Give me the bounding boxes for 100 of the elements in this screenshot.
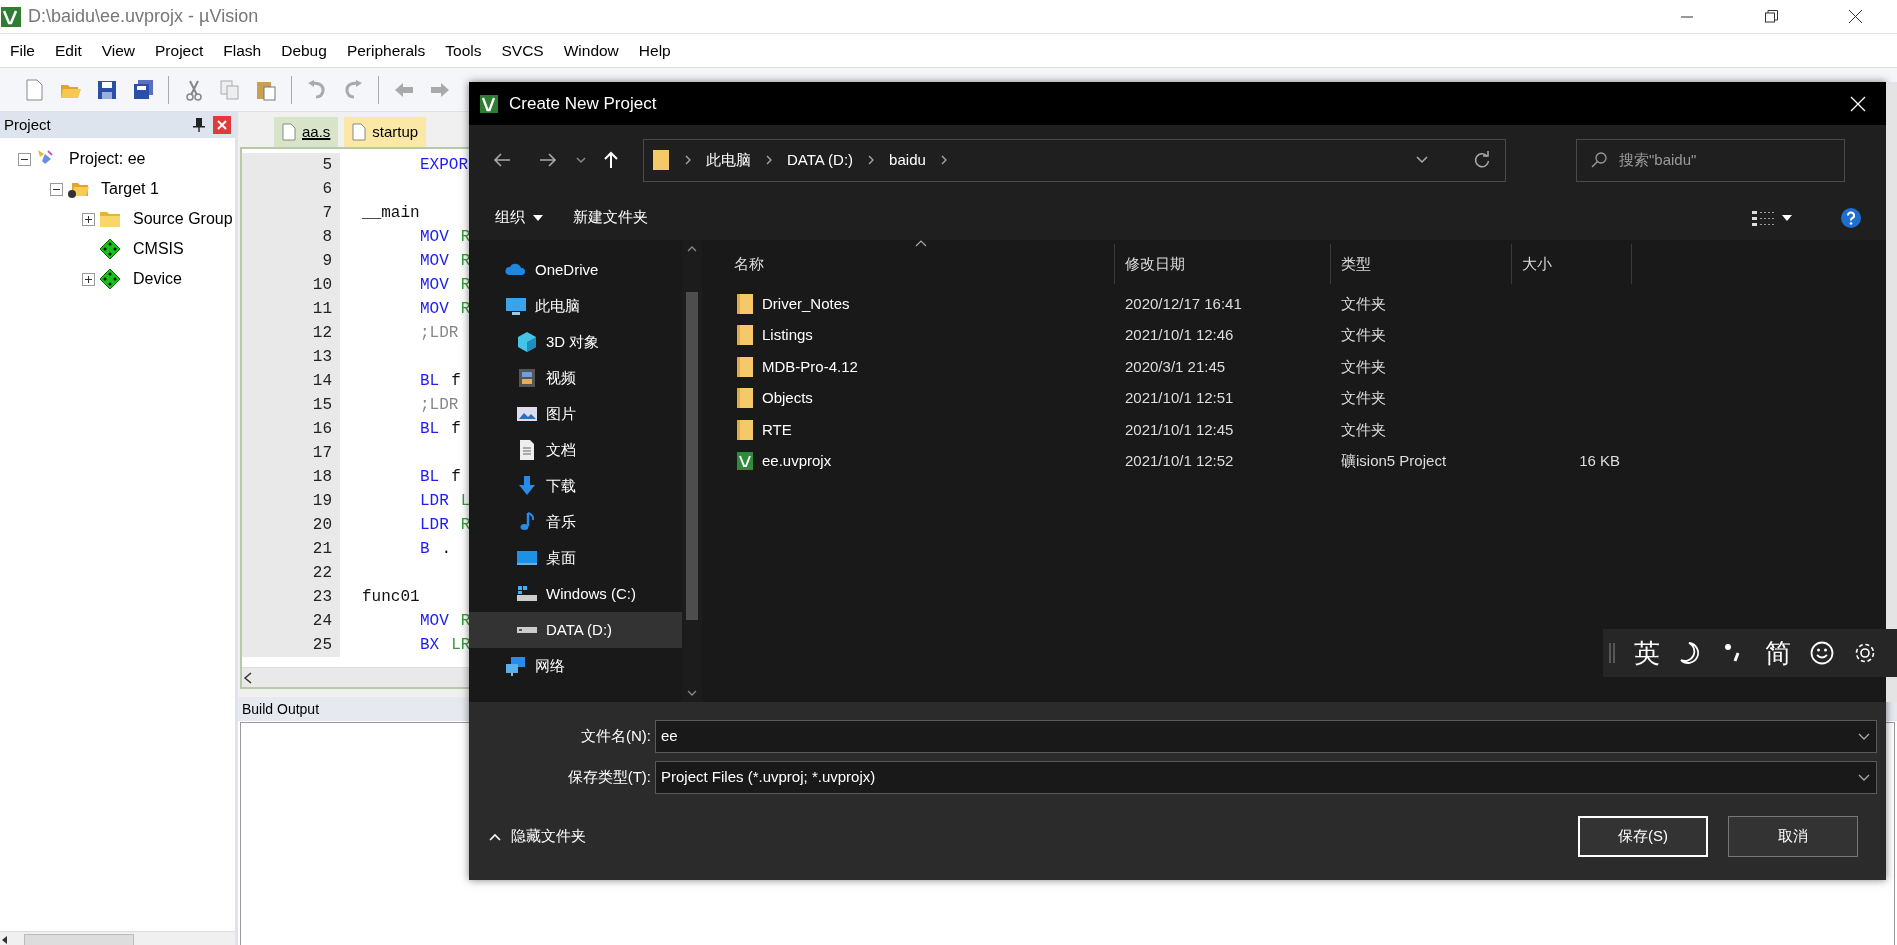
file-date: 2020/12/17 16:41 (1125, 293, 1242, 314)
breadcrumb-item[interactable]: DATA (D:) (787, 148, 854, 172)
file-name[interactable]: Listings (762, 324, 813, 347)
smiley-icon[interactable] (1810, 641, 1834, 665)
line-number: 10 (242, 273, 340, 297)
cancel-button[interactable]: 取消 (1728, 816, 1858, 857)
nav-item[interactable]: 文档 (469, 432, 682, 468)
nav-item[interactable]: 网络 (469, 648, 682, 684)
toolbar-button[interactable]: 组织 (487, 202, 551, 233)
nav-item[interactable]: OneDrive (469, 252, 682, 288)
tree-item[interactable]: Device (133, 267, 182, 291)
menu-item[interactable]: Flash (213, 38, 272, 63)
nav-item[interactable]: 桌面 (469, 540, 682, 576)
help-icon[interactable] (1840, 206, 1862, 229)
scrollbar-thumb[interactable] (24, 933, 134, 945)
menu-item[interactable]: Help (628, 38, 681, 63)
code-token: R (460, 299, 471, 320)
close-panel-button[interactable] (213, 116, 231, 134)
breadcrumb-item[interactable]: 此电脑 (706, 148, 751, 172)
file-tab[interactable]: aa.s (274, 117, 339, 147)
scroll-down-icon[interactable] (687, 690, 697, 696)
cut-icon[interactable] (183, 78, 205, 101)
collapse-toggle[interactable] (50, 182, 63, 196)
menu-item[interactable]: File (0, 38, 45, 63)
column-header[interactable]: 名称 (734, 252, 764, 276)
folder-icon (736, 355, 754, 378)
line-number: 22 (242, 561, 340, 585)
column-header[interactable]: 修改日期 (1125, 252, 1185, 276)
pin-icon[interactable] (193, 118, 205, 132)
scrollbar-thumb[interactable] (686, 292, 698, 620)
settings-icon[interactable] (1853, 641, 1877, 665)
nav-item[interactable]: 音乐 (469, 504, 682, 540)
column-header[interactable]: 大小 (1522, 252, 1552, 276)
line-number: 5 (242, 153, 340, 177)
address-bar[interactable]: 此电脑 DATA (D:) baidu (643, 138, 1506, 182)
save-button[interactable]: 保存(S) (1578, 816, 1708, 857)
nav-item[interactable]: Windows (C:) (469, 576, 682, 612)
computer-icon (505, 295, 527, 317)
file-name[interactable]: MDB-Pro-4.12 (762, 355, 858, 378)
back-arrow-icon (493, 151, 511, 169)
file-name[interactable]: Objects (762, 387, 813, 410)
plus-icon (84, 274, 93, 284)
folder-icon (736, 292, 754, 315)
tree-item[interactable]: Source Group (133, 207, 233, 231)
code-token: ;LDR (420, 323, 459, 344)
line-number: 23 (242, 585, 340, 609)
expand-toggle[interactable] (82, 212, 95, 226)
menu-item[interactable]: View (91, 38, 146, 63)
scrollbar[interactable] (1886, 82, 1897, 702)
nav-item[interactable]: 图片 (469, 396, 682, 432)
nav-item[interactable]: 3D 对象 (469, 324, 682, 360)
tree-item[interactable]: Project: ee (69, 147, 146, 171)
menu-item[interactable]: SVCS (491, 38, 554, 63)
project-file-icon (736, 451, 754, 472)
close-icon (1850, 95, 1866, 112)
tree-item[interactable]: Target 1 (101, 177, 159, 201)
column-header[interactable]: 类型 (1341, 252, 1371, 276)
file-tab[interactable]: startup (344, 117, 427, 147)
caret-down-icon (1782, 214, 1792, 221)
nav-item[interactable]: 下载 (469, 468, 682, 504)
hide-folders-toggle[interactable]: 隐藏文件夹 (483, 824, 592, 849)
save-icon[interactable] (96, 78, 118, 101)
refresh-icon[interactable] (1473, 151, 1491, 169)
nav-item[interactable]: DATA (D:) (469, 612, 682, 648)
folder-icon (736, 418, 754, 441)
save-all-icon[interactable] (132, 78, 154, 101)
chevron-down-icon[interactable] (1415, 155, 1429, 165)
ime-mode-button[interactable]: 英 (1634, 633, 1660, 673)
film-icon (516, 367, 538, 389)
drive-icon (516, 626, 538, 634)
chevron-down-icon (1858, 773, 1870, 782)
scroll-up-icon[interactable] (687, 246, 697, 252)
file-size: 16 KB (1579, 451, 1620, 471)
menu-item[interactable]: Window (553, 38, 629, 63)
collapse-toggle[interactable] (18, 152, 31, 166)
menu-item[interactable]: Project (145, 38, 214, 63)
folder-icon (736, 324, 754, 347)
nav-item[interactable]: 此电脑 (469, 288, 682, 324)
restore-icon (1764, 10, 1778, 23)
file-name[interactable]: RTE (762, 418, 792, 441)
app-icon (0, 5, 22, 28)
search-field[interactable]: 搜索"baidu" (1576, 138, 1845, 182)
nav-item[interactable]: 视频 (469, 360, 682, 396)
menu-item[interactable]: Peripherals (336, 38, 436, 63)
file-name[interactable]: Driver_Notes (762, 292, 850, 315)
menu-item[interactable]: Tools (435, 38, 492, 63)
code-token: f (451, 467, 461, 488)
line-number: 9 (242, 249, 340, 273)
menu-item[interactable]: Edit (45, 38, 92, 63)
file-type: 文件夹 (1341, 325, 1386, 345)
toolbar-button[interactable]: 新建文件夹 (565, 202, 656, 233)
file-name-field[interactable]: ee (655, 720, 1877, 753)
expand-toggle[interactable] (82, 272, 95, 286)
file-name[interactable]: ee.uvprojx (762, 450, 832, 473)
file-type-dropdown[interactable]: Project Files (*.uvproj; *.uvprojx) (655, 761, 1877, 794)
tree-item[interactable]: CMSIS (133, 237, 184, 261)
ime-mode-button[interactable]: 简 (1765, 633, 1791, 673)
line-number: 16 (242, 417, 340, 441)
breadcrumb-item[interactable]: baidu (889, 148, 926, 172)
menu-item[interactable]: Debug (271, 38, 337, 63)
